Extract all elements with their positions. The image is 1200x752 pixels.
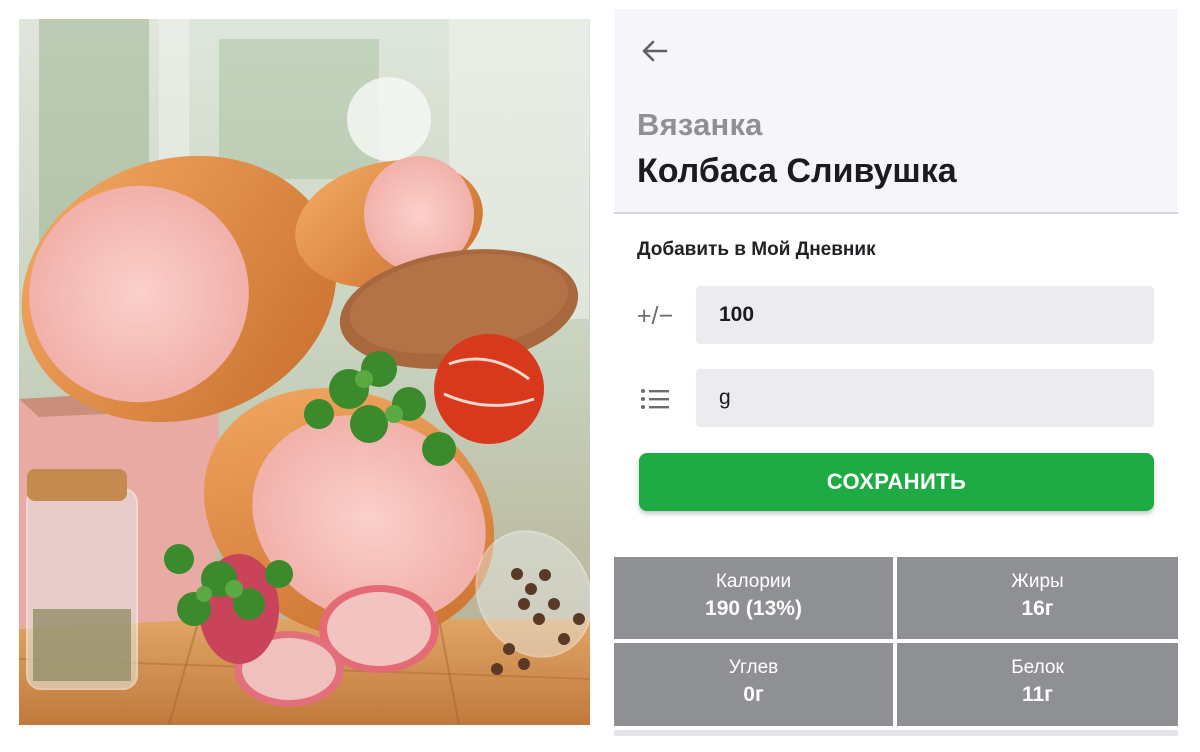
nutrition-label: Калории	[715, 571, 792, 592]
product-brand: Вязанка	[637, 107, 763, 142]
nutrition-cell-fat: Жиры 16г	[897, 557, 1178, 639]
nutrition-cell-calories: Калории 190 (13%)	[614, 557, 893, 639]
unit-select[interactable]: g	[696, 369, 1154, 427]
quantity-input[interactable]: 100	[696, 286, 1154, 344]
sausage-image	[19, 19, 590, 725]
add-to-diary-title: Добавить в Мой Дневник	[637, 239, 876, 260]
nutrition-value: 0г	[743, 683, 764, 706]
nutrition-value: 190 (13%)	[705, 597, 802, 620]
back-button[interactable]	[636, 33, 672, 69]
plus-minus-icon: +/−	[636, 301, 674, 330]
bottom-divider	[614, 730, 1178, 736]
list-icon	[632, 379, 678, 419]
nutrition-grid: Калории 190 (13%) Жиры 16г Углев 0г Бело…	[614, 557, 1178, 736]
save-button[interactable]: СОХРАНИТЬ	[639, 453, 1154, 511]
arrow-left-icon	[642, 40, 668, 62]
nutrition-cell-protein: Белок 11г	[897, 643, 1178, 726]
product-title: Колбаса Сливушка	[637, 152, 957, 190]
nutrition-value: 11г	[1022, 683, 1053, 706]
product-detail-panel: Вязанка Колбаса Сливушка Добавить в Мой …	[614, 9, 1178, 736]
nutrition-cell-carbs: Углев 0г	[614, 643, 893, 726]
nutrition-label: Жиры	[1011, 571, 1064, 592]
nutrition-label: Белок	[1011, 657, 1064, 678]
product-photo	[19, 19, 590, 725]
nutrition-value: 16г	[1021, 597, 1054, 620]
nutrition-label: Углев	[728, 657, 779, 678]
product-header: Вязанка Колбаса Сливушка	[614, 9, 1178, 214]
